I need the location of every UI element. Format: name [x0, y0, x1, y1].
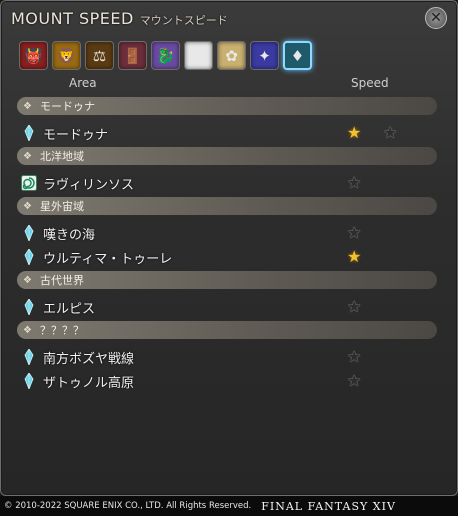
region-header: ❖ 北洋地域	[17, 147, 437, 165]
diamond-bullet-icon: ❖	[23, 100, 32, 112]
star-empty-icon: ★	[383, 123, 398, 142]
expansion-tab-8[interactable]: ✦	[250, 41, 279, 70]
crystal-icon	[21, 373, 37, 389]
area-header: Area	[69, 76, 97, 90]
crystal-icon	[21, 299, 37, 315]
dragon-crest-icon: 🐉	[156, 46, 175, 65]
region-name: モードゥナ	[39, 100, 95, 113]
expansion-tab-7[interactable]: ✿	[217, 41, 246, 70]
region-name: 星外宙域	[39, 200, 84, 213]
star-burst-crest-icon: ✦	[258, 46, 271, 65]
mount-speed-window: MOUNT SPEED マウントスピード ✕ 👹 🦁 ⚖ 🚪 🐉 ◎ ✿ ✦ ♦ Area Sp…	[0, 0, 458, 496]
diamond-bullet-icon: ❖	[23, 274, 32, 286]
region-header: ❖ 古代世界	[17, 271, 437, 289]
region-name: 古代世界	[39, 274, 84, 287]
zone-name: ラヴィリンソス	[43, 177, 135, 193]
expansion-tab-6[interactable]: ◎	[184, 41, 213, 70]
zone-row[interactable]: ウルティマ・トゥーレ ★	[17, 245, 437, 269]
spiral-crest-icon: ◎	[191, 46, 206, 65]
expansion-tab-9[interactable]: ♦	[283, 41, 312, 70]
star-empty-icon: ★	[347, 347, 362, 366]
speed-header: Speed	[351, 76, 389, 90]
zone-name: 嘆きの海	[43, 227, 96, 243]
region-name: ？？？？	[39, 324, 84, 337]
zone-row[interactable]: モードゥナ ★ ★	[17, 121, 437, 145]
star-empty-icon: ★	[347, 173, 362, 192]
star-empty-icon: ★	[347, 223, 362, 242]
close-icon: ✕	[430, 10, 442, 26]
scales-crest-icon: ⚖	[92, 46, 107, 65]
expansion-tab-1[interactable]: 👹	[19, 41, 48, 70]
diamond-bullet-icon: ❖	[23, 150, 32, 162]
expansion-tab-3[interactable]: ⚖	[85, 41, 114, 70]
region-header: ❖ モードゥナ	[17, 97, 437, 115]
region-name: 北洋地域	[39, 150, 84, 163]
star-empty-icon: ★	[347, 371, 362, 390]
zone-name: 南方ボズヤ戦線	[43, 351, 135, 367]
zone-name: ザトゥノル高原	[43, 375, 135, 391]
zone-row[interactable]: ザトゥノル高原 ★	[17, 369, 437, 393]
zone-row[interactable]: 南方ボズヤ戦線 ★	[17, 345, 437, 369]
diamond-bullet-icon: ❖	[23, 200, 32, 212]
star-filled-icon: ★	[347, 247, 362, 266]
door-crest-icon: 🚪	[123, 46, 142, 65]
expansion-tabs: 👹 🦁 ⚖ 🚪 🐉 ◎ ✿ ✦ ♦	[19, 41, 312, 70]
expansion-tab-5[interactable]: 🐉	[151, 41, 180, 70]
lion-crest-icon: 🦁	[57, 46, 76, 65]
region-header: ❖ 星外宙域	[17, 197, 437, 215]
region-header: ❖ ？？？？	[17, 321, 437, 339]
zone-name: エルピス	[43, 301, 96, 317]
expansion-tab-4[interactable]: 🚪	[118, 41, 147, 70]
diamond-bullet-icon: ❖	[23, 324, 32, 336]
zone-name: モードゥナ	[43, 127, 109, 143]
rising-flag-icon: 👹	[24, 46, 43, 65]
window-subtitle: マウントスピード	[139, 14, 228, 27]
expansion-tab-2[interactable]: 🦁	[52, 41, 81, 70]
crystal-icon	[21, 125, 37, 141]
zone-row[interactable]: エルピス ★	[17, 295, 437, 319]
footer-bar: © 2010-2022 SQUARE ENIX CO., LTD. All Ri…	[0, 496, 458, 516]
zone-name: ウルティマ・トゥーレ	[43, 251, 173, 267]
close-button[interactable]: ✕	[425, 7, 447, 29]
star-filled-icon: ★	[347, 123, 362, 142]
crystal-icon	[21, 349, 37, 365]
zone-row[interactable]: 嘆きの海 ★	[17, 221, 437, 245]
copyright-text: © 2010-2022 SQUARE ENIX CO., LTD. All Ri…	[4, 501, 252, 511]
title-bar: MOUNT SPEED マウントスピード	[11, 9, 228, 35]
crystal-icon	[21, 225, 37, 241]
star-empty-icon: ★	[347, 297, 362, 316]
zone-row[interactable]: ラヴィリンソス ★	[17, 171, 437, 195]
window-title: MOUNT SPEED	[11, 9, 134, 28]
column-headers: Area Speed	[1, 76, 458, 92]
crystal-crest-icon: ♦	[290, 46, 305, 65]
zone-list: ❖ モードゥナ モードゥナ ★ ★ ❖ 北洋地域 ラヴィリンソス ★ ❖ 星外宙域 嘆きの海 ★ ウルティ…	[17, 97, 437, 395]
crystal-icon	[21, 249, 37, 265]
game-logo: FINAL FANTASY XIV	[261, 499, 396, 513]
spiral-icon	[21, 175, 37, 191]
flower-crest-icon: ✿	[225, 46, 238, 65]
